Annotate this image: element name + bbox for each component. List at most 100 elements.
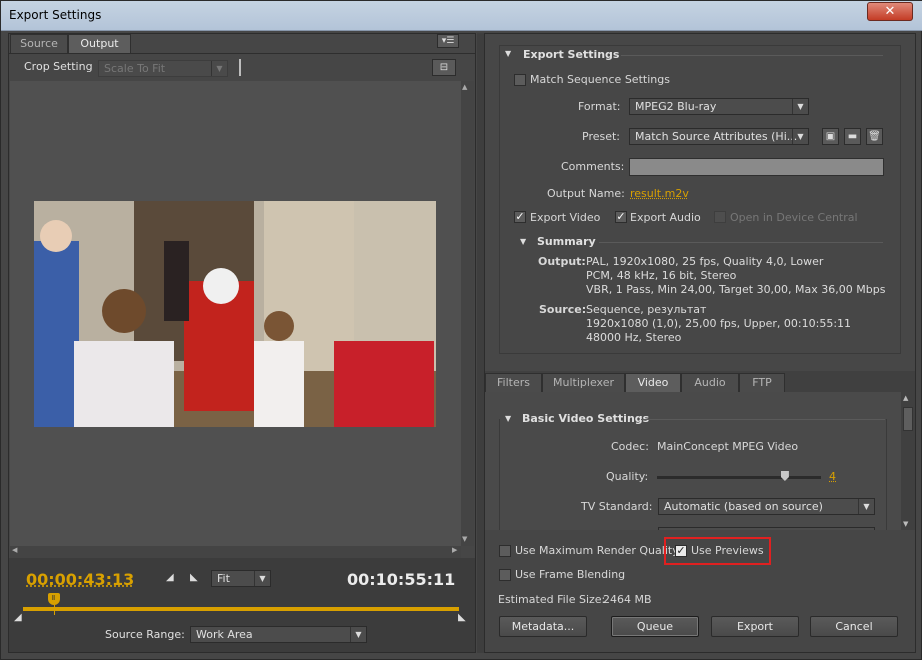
export-button[interactable]: Export [711,616,799,637]
zoom-value: Fit [217,572,230,585]
summary-header: Summary [537,235,596,248]
output-summary-line: PAL, 1920x1080, 25 fps, Quality 4,0, Low… [586,255,824,268]
range-start-handle-icon[interactable]: ◢ [14,612,22,623]
max-render-quality-checkbox[interactable] [499,545,511,557]
quality-label: Quality: [606,470,649,483]
playhead-marker-icon[interactable]: Ⅱ [47,593,60,605]
tv-standard-dropdown[interactable]: Automatic (based on source) ▼ [658,498,875,515]
crop-setting-value: Scale To Fit [104,62,166,75]
summary-line [599,242,883,243]
scroll-up-icon[interactable]: ▲ [903,394,908,402]
range-end-handle-icon[interactable]: ◣ [458,612,466,623]
playhead-line [53,605,55,615]
match-sequence-checkbox[interactable] [514,74,526,86]
file-size-value: 2464 MB [603,593,652,606]
source-summary-line: Sequence, результат [586,303,707,316]
chevron-down-icon: ▼ [350,627,366,642]
toolbar-divider [239,59,241,76]
output-summary-line: VBR, 1 Pass, Min 24,00, Target 30,00, Ma… [586,283,886,296]
crop-setting-dropdown[interactable]: Scale To Fit ▼ [98,60,228,77]
preview-vscrollbar[interactable] [461,81,474,546]
frame-blending-label: Use Frame Blending [515,568,626,581]
timeline-track[interactable] [23,607,459,611]
current-timecode[interactable]: 00:00:43:13 [26,570,134,589]
tab-audio[interactable]: Audio [681,373,739,392]
source-range-value: Work Area [196,628,253,641]
preset-label: Preset: [582,130,621,143]
tab-output[interactable]: Output [68,34,131,53]
tv-standard-label: TV Standard: [581,500,653,513]
output-name-link[interactable]: result.m2v [630,187,689,200]
crop-setting-label: Crop Setting [24,60,93,73]
chevron-down-icon: ▼ [858,499,874,514]
summary-collapse-icon[interactable]: ▼ [520,237,526,246]
use-previews-label: Use Previews [691,544,764,557]
match-sequence-label: Match Sequence Settings [530,73,670,86]
codec-value: MainConcept MPEG Video [657,440,799,453]
scroll-down-icon[interactable]: ▼ [903,520,908,528]
output-summary-label: Output: [538,255,586,268]
panel-splitter[interactable] [477,33,484,653]
chevron-down-icon: ▼ [792,129,808,144]
frame-blending-checkbox[interactable] [499,569,511,581]
export-video-checkbox[interactable]: ✓ [514,211,526,223]
tab-source[interactable]: Source [10,34,68,53]
delete-preset-icon[interactable]: 🗑 [866,128,883,145]
preset-value: Match Source Attributes (Hi... [635,130,798,143]
comments-label: Comments: [561,160,625,173]
source-summary: Sequence, результат 1920x1080 (1,0), 25,… [586,303,851,345]
quality-slider[interactable] [657,476,821,479]
crop-icon[interactable]: ⊟ [432,59,456,76]
close-button[interactable]: ✕ [867,2,913,21]
export-audio-label: Export Audio [630,211,701,224]
collapse-arrow-icon[interactable]: ▼ [505,49,511,58]
zoom-dropdown[interactable]: Fit ▼ [211,570,271,587]
use-previews-checkbox[interactable]: ✓ [675,545,687,557]
chevron-down-icon: ▼ [211,61,227,76]
file-size-label: Estimated File Size: [498,593,606,606]
format-label: Format: [578,100,621,113]
source-range-label: Source Range: [105,628,185,641]
panel-menu-icon[interactable]: ▾☰ [437,34,459,48]
quality-value[interactable]: 4 [829,470,836,483]
mark-out-icon[interactable]: ◣ [190,572,198,583]
scroll-down-icon[interactable]: ▼ [462,535,467,543]
export-audio-checkbox[interactable]: ✓ [615,211,627,223]
max-render-quality-label: Use Maximum Render Quality [515,544,679,557]
preset-dropdown[interactable]: Match Source Attributes (Hi... ▼ [629,128,809,145]
comments-input[interactable] [629,158,884,176]
tab-multiplexer[interactable]: Multiplexer [542,373,625,392]
scroll-thumb[interactable] [903,407,913,431]
tv-standard-value: Automatic (based on source) [664,500,823,513]
preview-hscrollbar[interactable] [10,546,461,558]
import-preset-icon[interactable]: ▬ [844,128,861,145]
save-preset-icon[interactable]: ▣ [822,128,839,145]
mark-in-icon[interactable]: ◢ [166,572,174,583]
chevron-down-icon: ▼ [254,571,270,586]
codec-label: Codec: [611,440,649,453]
scroll-up-icon[interactable]: ▲ [462,83,467,91]
export-settings-header: Export Settings [523,48,620,61]
tab-ftp[interactable]: FTP [739,373,785,392]
output-name-label: Output Name: [547,187,625,200]
tab-video[interactable]: Video [625,373,681,392]
duration-timecode: 00:10:55:11 [347,570,456,589]
metadata-button[interactable]: Metadata... [499,616,587,637]
source-range-dropdown[interactable]: Work Area ▼ [190,626,367,643]
scroll-right-icon[interactable]: ▶ [452,546,457,554]
section-line [621,55,883,56]
format-dropdown[interactable]: MPEG2 Blu-ray ▼ [629,98,809,115]
scroll-left-icon[interactable]: ◀ [12,546,17,554]
queue-button[interactable]: Queue [611,616,699,637]
output-summary: PAL, 1920x1080, 25 fps, Quality 4,0, Low… [586,255,885,297]
export-settings-window: Export Settings ✕ Source Output ▾☰ Crop … [0,0,922,660]
cancel-button[interactable]: Cancel [810,616,898,637]
output-summary-line: PCM, 48 kHz, 16 bit, Stereo [586,269,737,282]
source-summary-label: Source: [539,303,587,316]
video-preview-frame [34,201,436,427]
export-video-label: Export Video [530,211,601,224]
tab-filters[interactable]: Filters [485,373,542,392]
device-central-label: Open in Device Central [730,211,858,224]
chevron-down-icon: ▼ [792,99,808,114]
tab-bar-line [9,53,475,54]
